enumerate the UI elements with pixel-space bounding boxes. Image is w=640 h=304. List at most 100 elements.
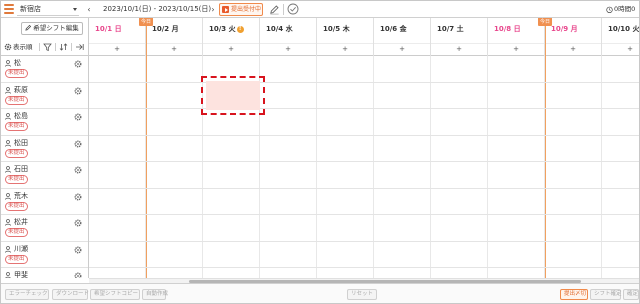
row-divider (89, 241, 639, 242)
day-label: 10/8 日 (494, 25, 521, 34)
staff-header: 希望シフト編集 表示順 (1, 18, 89, 56)
day-label-text: 10/8 日 (494, 25, 521, 33)
status-badge: 未提出 (5, 254, 28, 264)
day-label: 10/3 火! (209, 25, 244, 34)
day-label: 10/4 水 (266, 25, 293, 34)
column-divider (373, 56, 374, 278)
submission-deadline-button[interactable]: 提出〆切 (560, 289, 588, 300)
add-shift-button[interactable]: + (317, 43, 373, 54)
staff-row[interactable]: 松未提出 (1, 56, 88, 83)
pencil-icon[interactable] (269, 4, 280, 15)
gear-icon[interactable] (74, 113, 82, 121)
status-badge: 未提出 (5, 95, 28, 105)
gear-icon[interactable] (74, 60, 82, 68)
day-column-header[interactable]: 10/1 日 + (89, 18, 146, 56)
person-icon (5, 113, 11, 120)
staff-name: 萩原 (14, 85, 28, 94)
person-icon (5, 192, 11, 200)
sort-icon[interactable] (58, 41, 69, 53)
add-shift-button[interactable]: + (374, 43, 430, 54)
add-shift-button[interactable]: + (203, 43, 259, 54)
column-divider (430, 56, 431, 278)
edit-preferred-shift-label: 希望シフト編集 (33, 24, 79, 32)
staff-row[interactable]: 萩原 未提出 (1, 83, 88, 109)
row-divider (89, 108, 639, 109)
day-column-header[interactable]: 10/9 月 + (545, 18, 602, 56)
info-icon[interactable]: ! (236, 26, 244, 33)
today-line (146, 56, 147, 278)
prev-period-button[interactable]: ‹ (85, 4, 93, 15)
collapse-icon[interactable] (74, 41, 85, 53)
add-shift-button[interactable]: + (488, 43, 544, 54)
gear-icon[interactable] (74, 140, 82, 148)
add-shift-button[interactable]: + (260, 43, 316, 54)
row-divider (89, 267, 639, 268)
row-divider (89, 82, 639, 83)
day-column-header[interactable]: 10/10 火 + (602, 18, 639, 56)
staff-row[interactable]: 荒木 未提出 (1, 189, 88, 215)
next-period-button[interactable]: › (209, 4, 217, 15)
save-button[interactable]: 確定 (623, 289, 639, 300)
day-label-text: 10/7 土 (437, 25, 464, 33)
selected-cell-highlight[interactable] (201, 76, 265, 115)
gear-icon[interactable] (74, 166, 82, 174)
day-column-header[interactable]: 10/8 日 + (488, 18, 545, 56)
staff-row[interactable]: 松島 未提出 (1, 109, 88, 136)
confirm-shift-button[interactable]: シフト確定 (590, 289, 622, 300)
day-label-text: 10/3 火 (209, 25, 236, 33)
add-shift-button[interactable]: + (602, 43, 639, 54)
gear-icon[interactable] (74, 219, 82, 227)
hamburger-menu-icon[interactable] (4, 4, 14, 14)
today-marker-right: 今日 (538, 18, 552, 26)
staff-toolbar: 表示順 (4, 41, 86, 53)
add-shift-button[interactable]: + (146, 43, 202, 54)
day-column-header[interactable]: 10/2 月 + (146, 18, 203, 56)
add-shift-button[interactable]: + (545, 43, 601, 54)
column-divider (544, 56, 545, 278)
add-shift-button[interactable]: + (89, 43, 145, 54)
store-select[interactable]: 新宿店 (17, 3, 79, 16)
status-badge: 未提出 (5, 175, 28, 184)
day-column-header[interactable]: 10/5 木 + (317, 18, 374, 56)
staff-row[interactable]: 石田 未提出 (1, 162, 88, 189)
shift-grid[interactable] (89, 56, 639, 278)
staff-row[interactable]: 川瀬 未提出 (1, 242, 88, 268)
display-order-button[interactable]: 表示順 (4, 41, 33, 53)
download-button[interactable]: ダウンロード (52, 289, 89, 300)
row-divider (89, 188, 639, 189)
chevron-down-icon (73, 8, 77, 11)
status-badge: 未提出 (5, 69, 28, 78)
day-label: 10/7 土 (437, 25, 464, 34)
reset-button[interactable]: リセット (347, 289, 377, 300)
staff-row[interactable]: 松田 未提出 (1, 136, 88, 162)
edit-preferred-shift-button[interactable]: 希望シフト編集 (21, 22, 83, 35)
status-label: 提出受付中 (231, 6, 262, 13)
gear-icon[interactable] (74, 246, 82, 254)
store-select-value: 新宿店 (20, 5, 41, 13)
day-label: 10/5 木 (323, 25, 350, 34)
add-shift-button[interactable]: + (431, 43, 487, 54)
person-icon (5, 86, 11, 94)
day-column-header[interactable]: 10/7 土 + (431, 18, 488, 56)
day-column-header[interactable]: 10/4 水 + (260, 18, 317, 56)
day-column-header[interactable]: 10/6 金 + (374, 18, 431, 56)
day-column-header[interactable]: 10/3 火! + (203, 18, 260, 56)
check-circle-icon[interactable] (287, 3, 299, 15)
person-icon (5, 245, 11, 253)
staff-name: 松 (14, 59, 21, 67)
status-button[interactable]: 提出受付中 (219, 3, 263, 16)
gear-icon[interactable] (74, 87, 82, 95)
staff-row[interactable]: 松井 未提出 (1, 215, 88, 242)
staff-row[interactable]: 甲斐未提出 (1, 268, 88, 278)
gear-icon[interactable] (74, 272, 82, 278)
gear-icon[interactable] (74, 193, 82, 201)
today-line (545, 56, 546, 278)
error-check-button[interactable]: エラーチェック (5, 289, 49, 300)
staff-list: 松未提出 萩原 未提出 松島 未提出 松田 未提出 石田 未提出 荒木 未提出 松井 未提出 川瀬 未提出甲… (1, 56, 89, 278)
staff-name: 松井 (14, 218, 28, 226)
copy-preferred-shift-button[interactable]: 希望シフトコピー (90, 289, 140, 300)
day-label: 10/10 火 (608, 25, 639, 34)
auto-create-button[interactable]: 自動作成 (142, 289, 168, 300)
staff-name: 川瀬 (14, 244, 28, 253)
filter-icon[interactable] (42, 41, 53, 53)
